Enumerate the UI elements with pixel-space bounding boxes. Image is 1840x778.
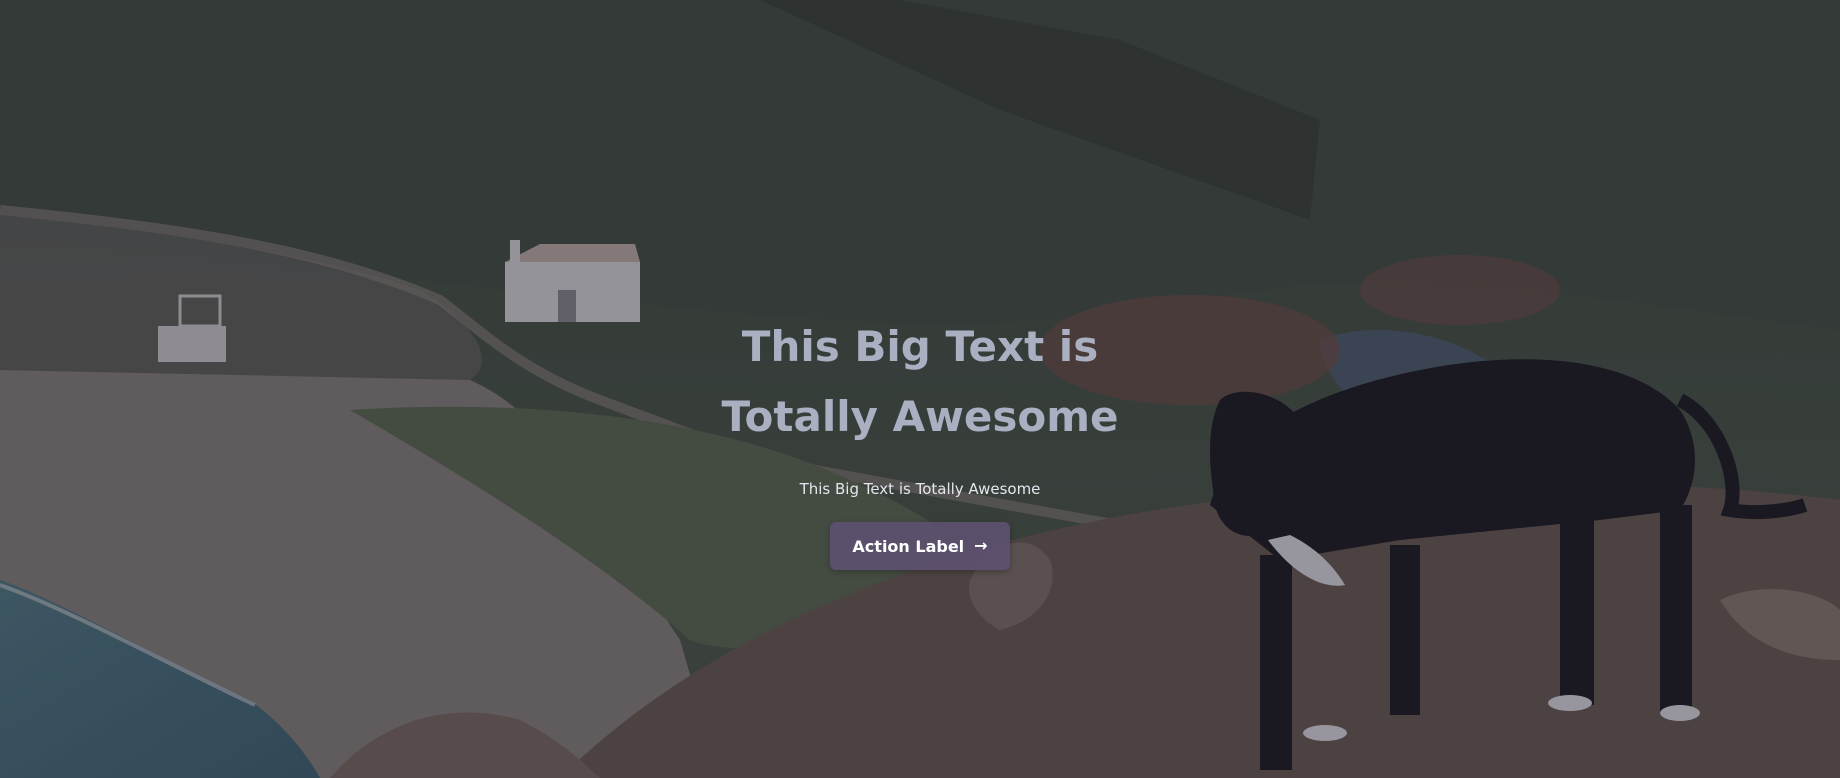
- hero-content: This Big Text is Totally Awesome This Bi…: [0, 312, 1840, 570]
- action-button-label: Action Label: [852, 536, 965, 556]
- hero-section: This Big Text is Totally Awesome This Bi…: [0, 0, 1840, 778]
- action-button[interactable]: Action Label →: [830, 522, 1010, 570]
- hero-title: This Big Text is Totally Awesome: [721, 322, 1119, 441]
- arrow-right-icon: →: [974, 536, 988, 555]
- hero-subtitle: This Big Text is Totally Awesome: [799, 480, 1041, 498]
